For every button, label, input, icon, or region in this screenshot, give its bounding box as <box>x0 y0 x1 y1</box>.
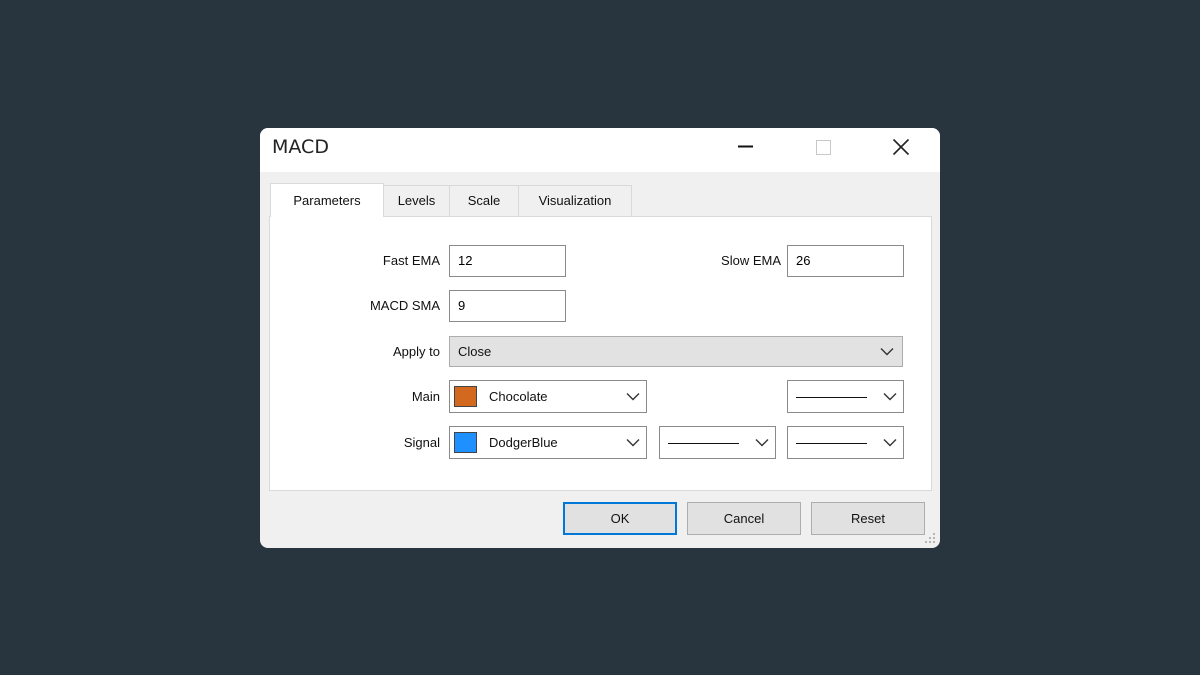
chevron-down-icon <box>626 439 640 447</box>
chevron-down-icon <box>883 393 897 401</box>
chevron-down-icon <box>880 348 894 356</box>
main-label: Main <box>411 389 440 404</box>
main-color-name: Chocolate <box>489 389 548 404</box>
maximize-button[interactable] <box>800 128 846 166</box>
main-color-select[interactable]: Chocolate <box>449 380 647 413</box>
main-line-style-select[interactable] <box>787 380 904 413</box>
tab-parameters[interactable]: Parameters <box>270 183 384 217</box>
fast-ema-label: Fast EMA <box>382 253 440 268</box>
slow-ema-input[interactable]: 26 <box>787 245 904 277</box>
minimize-icon <box>738 145 753 148</box>
tab-visualization[interactable]: Visualization <box>518 185 632 216</box>
signal-color-swatch <box>454 432 477 453</box>
macd-sma-label: MACD SMA <box>369 298 440 313</box>
reset-button[interactable]: Reset <box>811 502 925 535</box>
line-width-sample <box>796 443 867 444</box>
fast-ema-input[interactable]: 12 <box>449 245 566 277</box>
apply-to-select[interactable]: Close <box>449 336 903 367</box>
minimize-button[interactable] <box>722 128 768 166</box>
close-icon <box>892 138 910 156</box>
signal-color-name: DodgerBlue <box>489 435 558 450</box>
line-style-sample <box>796 397 867 398</box>
window-title: MACD <box>272 136 329 158</box>
close-button[interactable] <box>878 128 924 166</box>
chevron-down-icon <box>883 439 897 447</box>
signal-line-style-select[interactable] <box>659 426 776 459</box>
apply-to-label: Apply to <box>393 344 440 359</box>
cancel-button[interactable]: Cancel <box>687 502 801 535</box>
apply-to-value: Close <box>458 344 492 359</box>
ok-button[interactable]: OK <box>563 502 677 535</box>
main-color-swatch <box>454 386 477 407</box>
signal-color-select[interactable]: DodgerBlue <box>449 426 647 459</box>
line-style-sample <box>668 443 739 444</box>
slow-ema-label: Slow EMA <box>721 253 781 268</box>
chevron-down-icon <box>626 393 640 401</box>
resize-grip-icon[interactable] <box>924 532 936 544</box>
tab-levels[interactable]: Levels <box>383 185 450 216</box>
tab-scale[interactable]: Scale <box>449 185 519 216</box>
signal-line-width-select[interactable] <box>787 426 904 459</box>
title-bar[interactable]: MACD <box>260 128 940 172</box>
chevron-down-icon <box>755 439 769 447</box>
maximize-icon <box>816 140 831 155</box>
signal-label: Signal <box>403 435 440 450</box>
macd-sma-input[interactable]: 9 <box>449 290 566 322</box>
